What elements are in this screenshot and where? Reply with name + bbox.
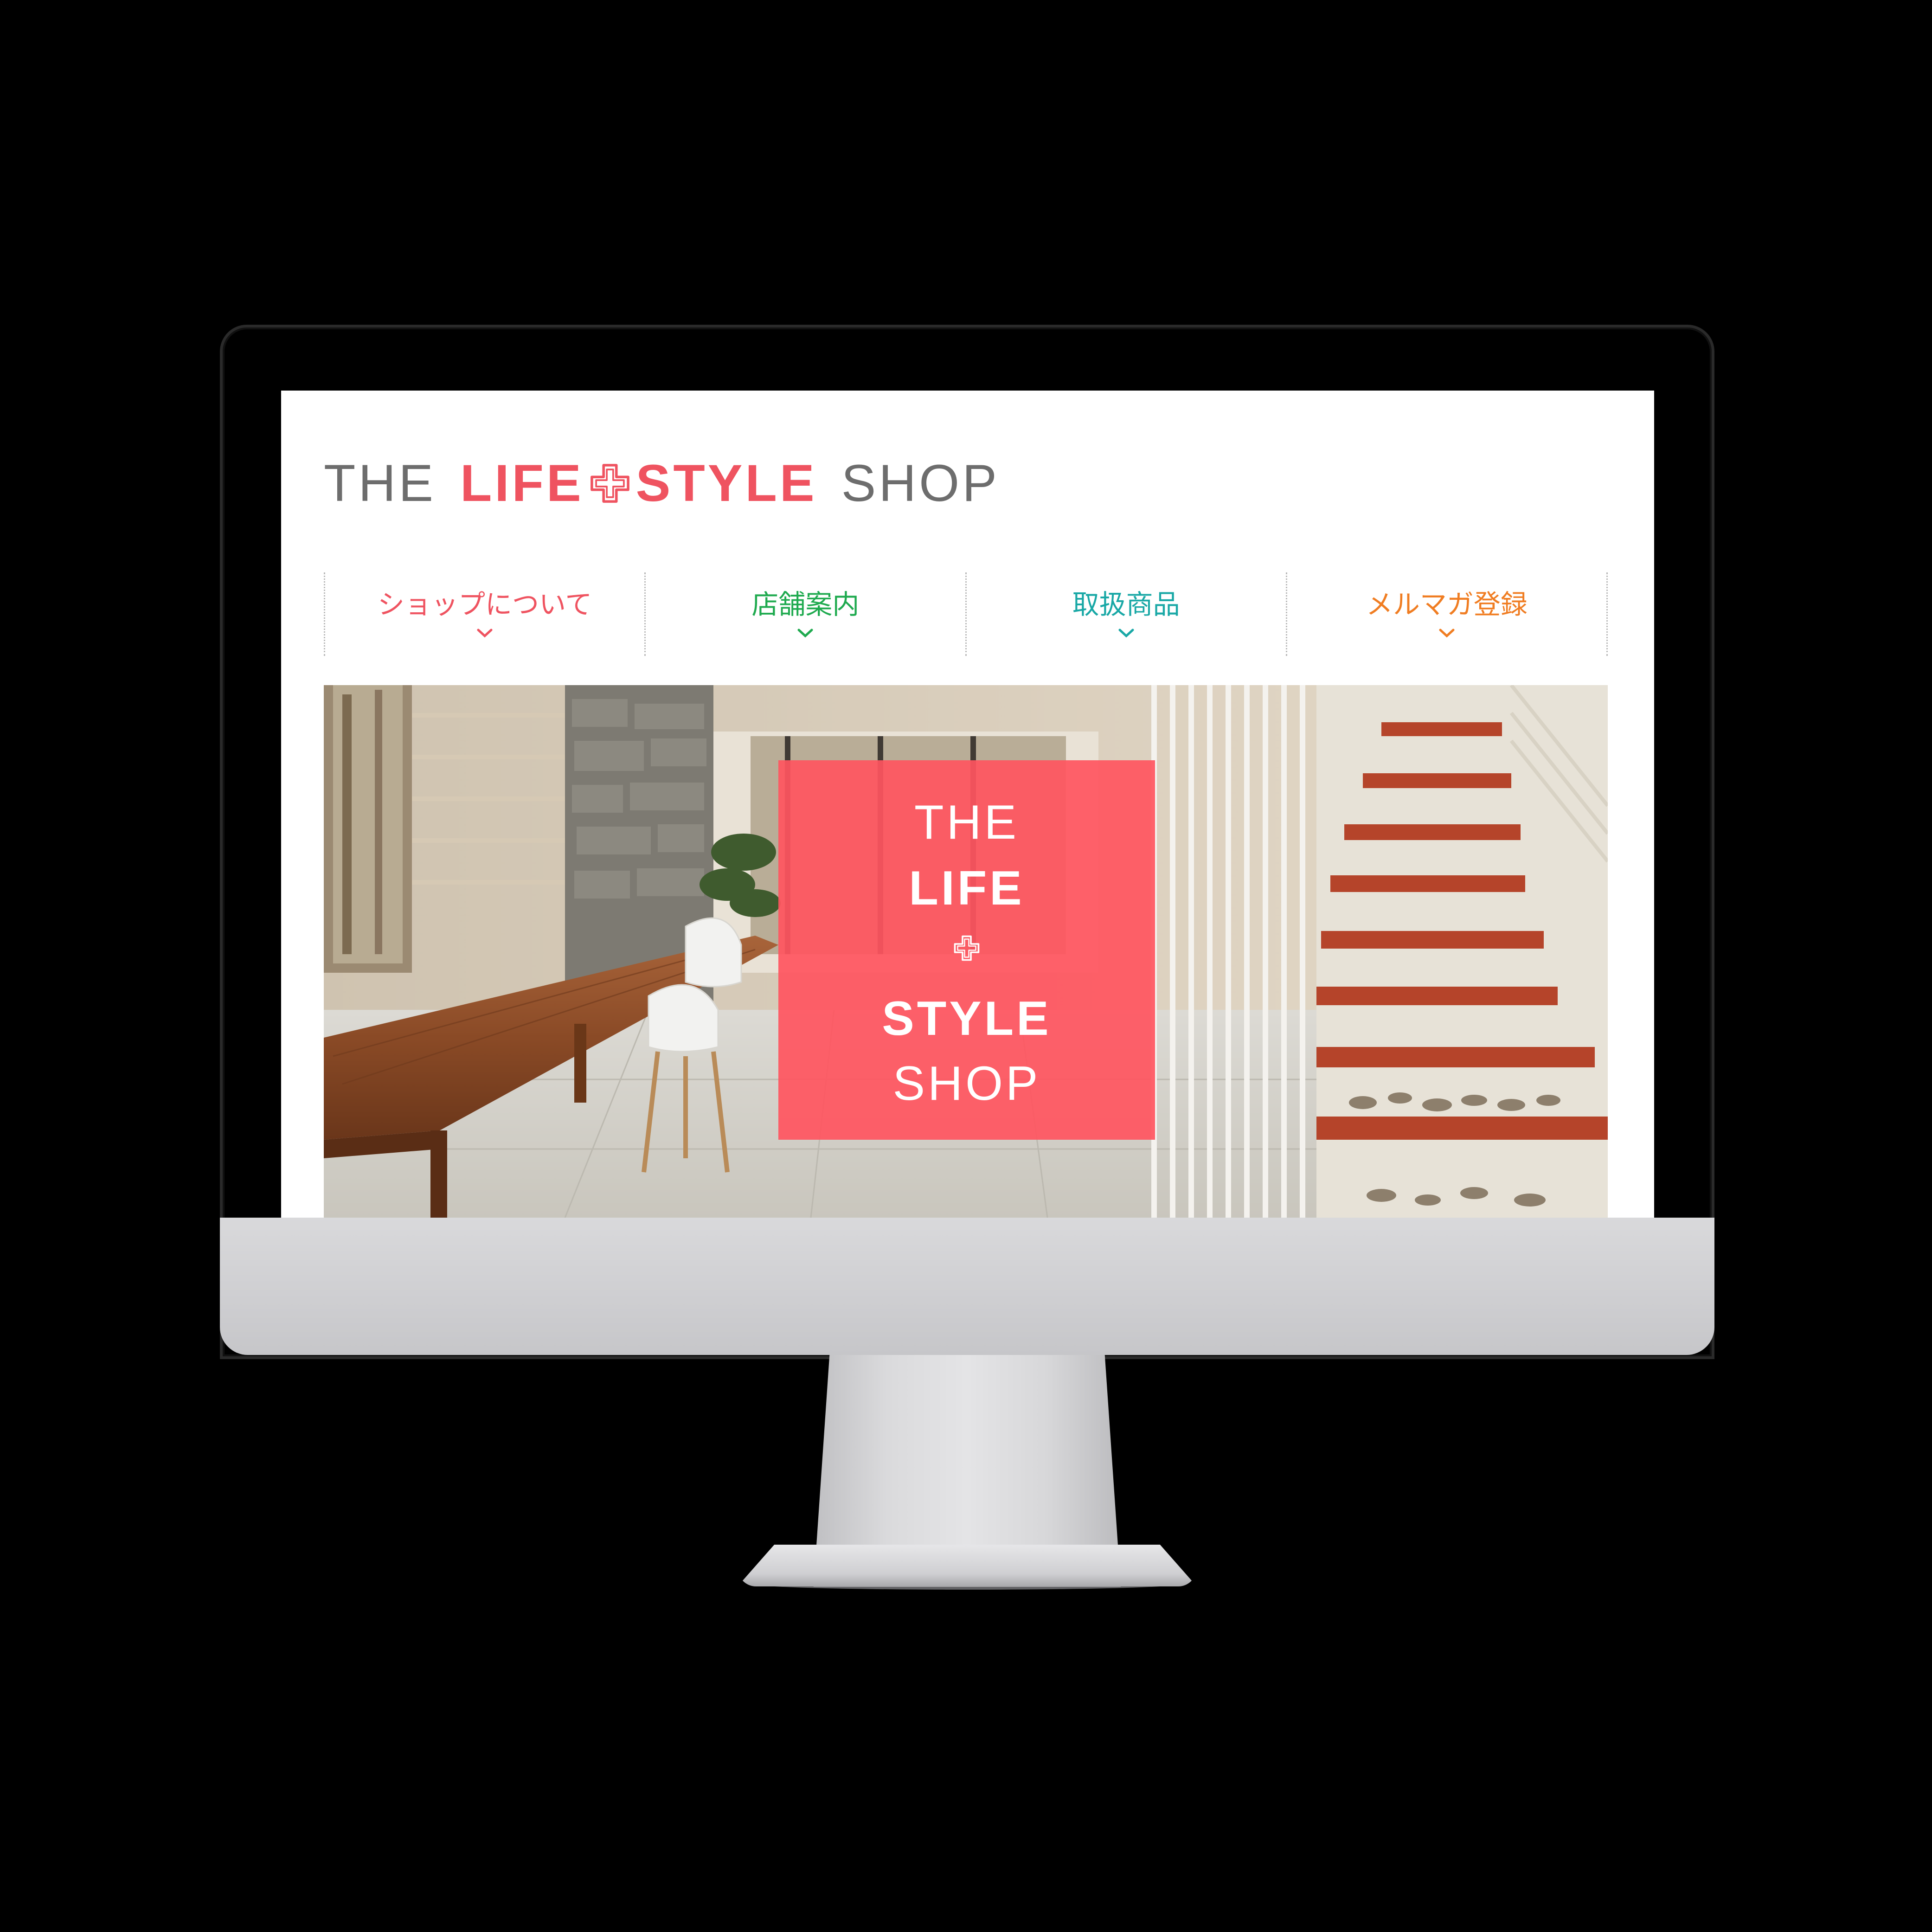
logo-word-style: STYLE bbox=[635, 454, 817, 512]
plus-outline-icon bbox=[590, 464, 629, 503]
chevron-down-icon bbox=[1118, 629, 1134, 638]
monitor-stand-base bbox=[738, 1545, 1197, 1586]
nav-item-products[interactable]: 取扱商品 bbox=[965, 572, 1286, 656]
chevron-down-icon bbox=[1439, 629, 1455, 638]
hero-banner: THE LIFE STYLE SHOP bbox=[324, 685, 1608, 1218]
chevron-down-icon bbox=[477, 629, 493, 638]
logo-word-shop: SHOP bbox=[841, 454, 1000, 512]
nav-item-label: メルマガ登録 bbox=[1366, 589, 1528, 621]
badge-word-the: THE bbox=[914, 796, 1019, 849]
nav-item-label: 取扱商品 bbox=[1072, 589, 1180, 621]
nav-item-label: 店舗案内 bbox=[751, 589, 860, 621]
logo-word-the: THE bbox=[324, 454, 436, 512]
nav-item-about-shop[interactable]: ショップについて bbox=[324, 572, 644, 656]
monitor-chin bbox=[220, 1218, 1714, 1355]
logo-word-life: LIFE bbox=[460, 454, 584, 512]
nav-item-store-info[interactable]: 店舗案内 bbox=[644, 572, 965, 656]
site-logo[interactable]: THE LIFE STYLE SHOP bbox=[324, 453, 1000, 513]
badge-word-shop: SHOP bbox=[892, 1057, 1041, 1110]
plus-outline-icon bbox=[954, 935, 980, 961]
monitor-screen: THE LIFE STYLE SHOP ショップについて 店舗案内 取扱商品 メ… bbox=[281, 391, 1654, 1218]
badge-word-style: STYLE bbox=[882, 992, 1052, 1046]
main-nav: ショップについて 店舗案内 取扱商品 メルマガ登録 bbox=[324, 572, 1608, 656]
chevron-down-icon bbox=[797, 629, 813, 638]
nav-item-label: ショップについて bbox=[377, 589, 592, 621]
nav-item-newsletter[interactable]: メルマガ登録 bbox=[1285, 572, 1608, 656]
hero-logo-badge: THE LIFE STYLE SHOP bbox=[778, 760, 1155, 1140]
badge-word-life: LIFE bbox=[909, 861, 1025, 915]
